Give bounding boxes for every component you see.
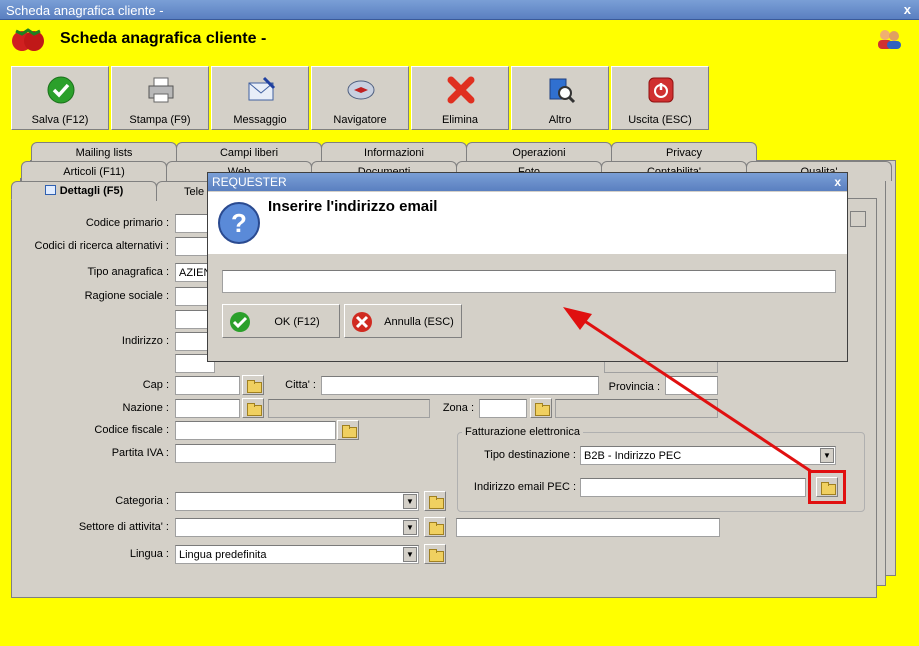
annotation-arrow bbox=[563, 307, 813, 474]
